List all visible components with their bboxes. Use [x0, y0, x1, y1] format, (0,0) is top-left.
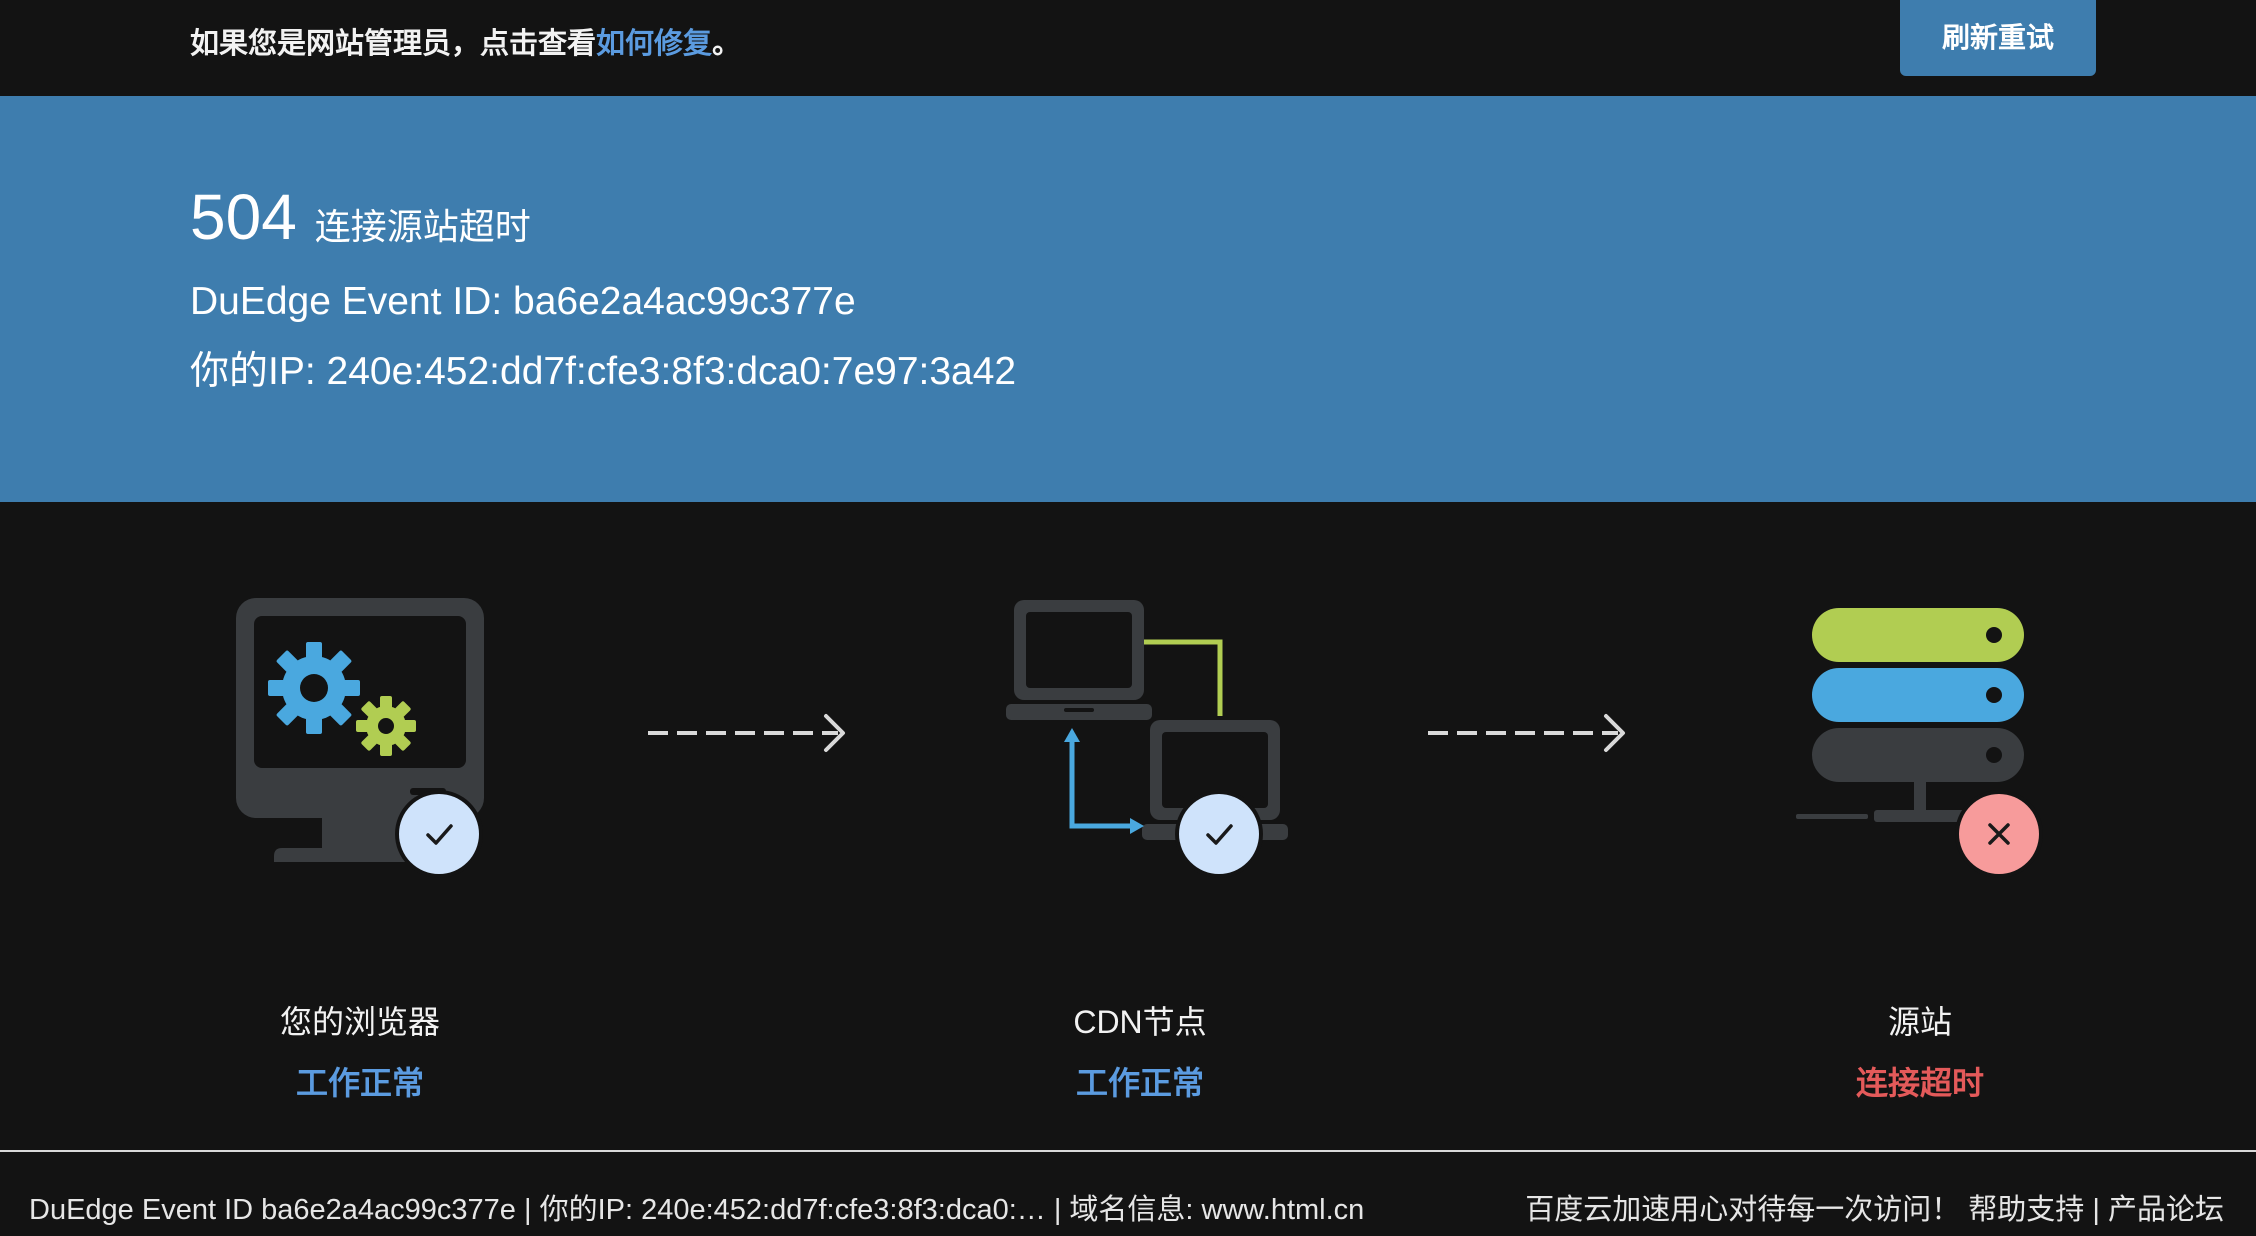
check-icon — [1175, 790, 1263, 878]
top-bar: 如果您是网站管理员，点击查看如何修复。 刷新重试 — [0, 0, 2256, 96]
footer: DuEdge Event ID ba6e2a4ac99c377e | 你的IP:… — [0, 1150, 2256, 1236]
product-forum-link[interactable]: 产品论坛 — [2108, 1194, 2224, 1226]
cdn-label: CDN节点 — [1073, 1004, 1207, 1040]
cdn-status: 工作正常 — [1075, 1065, 1204, 1101]
cdn-node: CDN节点 工作正常 — [990, 592, 1290, 1101]
network-computers-icon — [1006, 600, 1288, 878]
footer-info: DuEdge Event ID ba6e2a4ac99c377e | 你的IP:… — [29, 1194, 1365, 1226]
connection-diagram: 您的浏览器 工作正常 CDN节点 工作正常 源站 连接超时 — [0, 502, 2256, 1150]
browser-status: 工作正常 — [295, 1065, 424, 1101]
origin-status: 连接超时 — [1855, 1065, 1984, 1101]
footer-slogan: 百度云加速用心对待每一次访问！ — [1525, 1194, 1961, 1226]
error-description: 连接源站超时 — [314, 206, 531, 247]
origin-label: 源站 — [1887, 1004, 1952, 1040]
help-support-link[interactable]: 帮助支持 — [1968, 1194, 2084, 1226]
admin-message-text: 如果您是网站管理员，点击查看 — [190, 28, 597, 60]
error-title: 504 连接源站超时 — [190, 180, 531, 254]
footer-links: 百度云加速用心对待每一次访问！ 帮助支持 | 产品论坛 — [1525, 1186, 2224, 1228]
how-to-fix-link[interactable]: 如何修复 — [596, 28, 712, 60]
refresh-retry-button[interactable]: 刷新重试 — [1900, 0, 2096, 76]
event-id: DuEdge Event ID: ba6e2a4ac99c377e — [190, 280, 856, 323]
server-stack-icon — [1796, 608, 2043, 878]
check-icon — [395, 790, 483, 878]
origin-node: 源站 连接超时 — [1770, 592, 2070, 1101]
browser-node: 您的浏览器 工作正常 — [210, 592, 510, 1101]
client-ip: 你的IP: 240e:452:dd7f:cfe3:8f3:dca0:7e97:3… — [190, 350, 1017, 393]
admin-message: 如果您是网站管理员，点击查看如何修复。 — [190, 24, 741, 64]
browser-label: 您的浏览器 — [279, 1004, 440, 1040]
dashed-arrow-icon — [1428, 714, 1625, 752]
cross-icon — [1955, 790, 2043, 878]
monitor-gears-icon — [236, 598, 484, 878]
error-banner: 504 连接源站超时 DuEdge Event ID: ba6e2a4ac99c3… — [0, 96, 2256, 502]
admin-message-suffix: 。 — [712, 28, 742, 60]
dashed-arrow-icon — [648, 714, 845, 752]
error-code: 504 — [190, 181, 297, 253]
footer-separator: | — [2092, 1194, 2100, 1226]
